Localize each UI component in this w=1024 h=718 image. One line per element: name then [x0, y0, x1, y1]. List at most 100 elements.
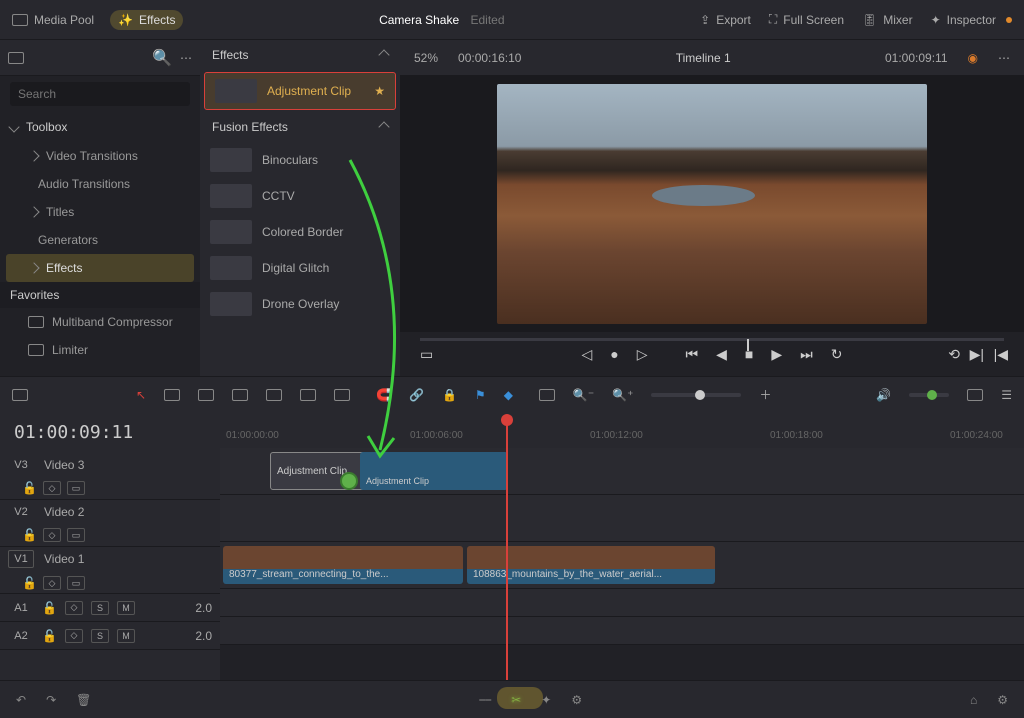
mixer-button[interactable]: 🎚Mixer: [862, 13, 913, 27]
enable-icon[interactable]: ▭: [67, 481, 85, 495]
clip-mountains[interactable]: 108863_mountains_by_the_water_aerial...: [467, 546, 715, 584]
mute-button[interactable]: M: [117, 629, 135, 643]
track-head-a1[interactable]: A1 🔓◇ S M 2.0: [0, 594, 220, 622]
zoom-slider[interactable]: [651, 393, 741, 397]
step-back-icon[interactable]: ◀: [716, 346, 727, 363]
effect-adjustment-clip[interactable]: Adjustment Clip ★: [204, 72, 396, 110]
effects-section-header[interactable]: Effects: [200, 40, 400, 70]
track-head-v1[interactable]: V1Video 1 🔓◇▭: [0, 547, 220, 594]
tree-video-transitions[interactable]: Video Transitions: [0, 142, 200, 170]
volume-slider[interactable]: [909, 393, 949, 397]
fusion-section-header[interactable]: Fusion Effects: [200, 112, 400, 142]
search-icon[interactable]: 🔍: [152, 48, 172, 68]
tree-titles[interactable]: Titles: [0, 198, 200, 226]
slider-thumb[interactable]: [695, 390, 705, 400]
lock-icon[interactable]: 🔓: [22, 528, 37, 542]
replace-tool-icon[interactable]: [334, 389, 350, 401]
color-wheel-icon[interactable]: ◉: [968, 51, 978, 65]
playhead[interactable]: [506, 420, 508, 680]
next-edit-icon[interactable]: ▷: [637, 346, 648, 363]
timeline-view-icon[interactable]: [12, 389, 28, 401]
export-button[interactable]: ⇪Export: [700, 13, 751, 27]
track-lane-v3[interactable]: Adjustment Clip Adjustment Clip: [220, 448, 1024, 495]
enable-icon[interactable]: ▭: [67, 576, 85, 590]
mute-button[interactable]: M: [117, 601, 135, 615]
effect-digital-glitch[interactable]: Digital Glitch: [200, 250, 400, 286]
prev-edit-icon[interactable]: ◁: [581, 346, 592, 363]
solo-button[interactable]: S: [91, 629, 109, 643]
in-point-icon[interactable]: ▶|: [970, 346, 984, 363]
plus-icon[interactable]: ＋: [759, 386, 771, 403]
play-icon[interactable]: ▶: [771, 346, 782, 363]
lock-icon[interactable]: 🔓: [42, 601, 57, 615]
track-head-v3[interactable]: V3Video 3 🔓◇▭: [0, 453, 220, 500]
effect-cctv[interactable]: CCTV: [200, 178, 400, 214]
frame-icon[interactable]: ▭: [420, 346, 433, 363]
out-point-icon[interactable]: |◀: [994, 346, 1008, 363]
star-icon[interactable]: ★: [374, 84, 385, 98]
scrub-track[interactable]: [420, 338, 1004, 341]
clip-adjustment-existing[interactable]: Adjustment Clip: [360, 452, 508, 490]
more-icon[interactable]: ⋯: [998, 51, 1010, 65]
favorite-limiter[interactable]: Limiter: [0, 336, 200, 364]
track-lane-v1[interactable]: 80377_stream_connecting_to_the... 108863…: [220, 542, 1024, 589]
zoom-out-icon[interactable]: 🔍⁻: [573, 388, 594, 402]
fullscreen-button[interactable]: ⛶Full Screen: [769, 12, 844, 27]
zoom-in-icon[interactable]: 🔍⁺: [612, 388, 633, 402]
effects-panel-button[interactable]: ✨ Effects: [110, 10, 183, 30]
viewer-body[interactable]: [400, 76, 1024, 332]
trim-tool-icon[interactable]: [164, 389, 180, 401]
redo-icon[interactable]: ↷: [46, 693, 56, 707]
marker-icon[interactable]: ◆: [504, 388, 513, 402]
tree-effects[interactable]: Effects: [6, 254, 194, 282]
tree-generators[interactable]: Generators: [0, 226, 200, 254]
match-frame-icon[interactable]: ⟲: [948, 346, 960, 363]
auto-select-icon[interactable]: ◇: [43, 576, 61, 590]
zoom-level[interactable]: 52%: [414, 51, 438, 65]
blade-tool-icon[interactable]: [232, 389, 248, 401]
toolbox-header[interactable]: Toolbox: [0, 112, 200, 142]
search-input[interactable]: [10, 82, 190, 106]
lock-icon[interactable]: 🔒: [442, 388, 457, 402]
scrub-indicator[interactable]: [747, 339, 749, 351]
lock-icon[interactable]: 🔓: [22, 481, 37, 495]
effect-drone-overlay[interactable]: Drone Overlay: [200, 286, 400, 322]
track-lane-v2[interactable]: [220, 495, 1024, 542]
home-icon[interactable]: ⌂: [970, 693, 977, 707]
volume-icon[interactable]: 🔊: [876, 388, 891, 402]
overwrite-tool-icon[interactable]: [300, 389, 316, 401]
clip-stream[interactable]: 80377_stream_connecting_to_the...: [223, 546, 463, 584]
tree-audio-transitions[interactable]: Audio Transitions: [0, 170, 200, 198]
auto-select-icon[interactable]: ◇: [43, 481, 61, 495]
track-head-a2[interactable]: A2 🔓◇ S M 2.0: [0, 622, 220, 650]
loop-icon[interactable]: ↻: [831, 346, 843, 363]
slider-thumb[interactable]: [927, 390, 937, 400]
inspector-button[interactable]: ✦Inspector: [931, 13, 1012, 27]
arrow-tool-icon[interactable]: ↖: [136, 388, 146, 402]
more-icon[interactable]: ⋯: [180, 51, 192, 65]
trash-icon[interactable]: 🗑: [76, 693, 91, 707]
link-icon[interactable]: 🔗: [409, 388, 424, 402]
color-page-icon[interactable]: ⚙: [571, 693, 582, 707]
media-pool-button[interactable]: Media Pool: [12, 13, 94, 27]
effect-colored-border[interactable]: Colored Border: [200, 214, 400, 250]
effect-binoculars[interactable]: Binoculars: [200, 142, 400, 178]
settings-icon[interactable]: ⚙: [997, 693, 1008, 707]
track-lane-a2[interactable]: [220, 617, 1024, 645]
auto-select-icon[interactable]: ◇: [43, 528, 61, 542]
auto-select-icon[interactable]: ◇: [65, 629, 83, 643]
auto-select-icon[interactable]: ◇: [65, 601, 83, 615]
snap-icon[interactable]: 🧲: [376, 388, 391, 402]
dynamic-trim-icon[interactable]: [198, 389, 214, 401]
timeline-name[interactable]: Timeline 1: [541, 51, 865, 65]
track-head-v2[interactable]: V2Video 2 🔓◇▭: [0, 500, 220, 547]
lock-icon[interactable]: 🔓: [22, 576, 37, 590]
layout-toggle-button[interactable]: [8, 52, 24, 64]
track-lane-a1[interactable]: [220, 589, 1024, 617]
go-start-icon[interactable]: ⏮: [686, 346, 699, 363]
dot-icon[interactable]: ●: [610, 346, 618, 362]
undo-icon[interactable]: ↶: [16, 693, 26, 707]
zoom-fit-icon[interactable]: [539, 389, 555, 401]
enable-icon[interactable]: ▭: [67, 528, 85, 542]
timeline-options-icon[interactable]: [967, 389, 983, 401]
